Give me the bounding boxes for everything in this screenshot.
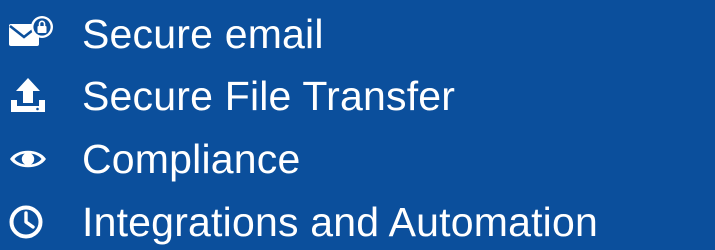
clock-icon bbox=[0, 194, 62, 250]
feature-label: Compliance bbox=[82, 136, 301, 182]
feature-label: Secure File Transfer bbox=[82, 73, 456, 119]
feature-item-compliance: Compliance bbox=[0, 131, 301, 187]
lock-envelope-icon bbox=[0, 6, 62, 62]
upload-tray-icon bbox=[0, 68, 62, 124]
feature-item-secure-file-transfer: Secure File Transfer bbox=[0, 68, 455, 124]
feature-item-integrations: Integrations and Automation bbox=[0, 194, 598, 250]
feature-item-secure-email: Secure email bbox=[0, 6, 324, 62]
feature-label: Secure email bbox=[82, 11, 324, 57]
feature-list: Secure email Secure File Transfer Compli… bbox=[0, 0, 715, 250]
feature-label: Integrations and Automation bbox=[82, 199, 598, 245]
eye-icon bbox=[0, 131, 62, 187]
